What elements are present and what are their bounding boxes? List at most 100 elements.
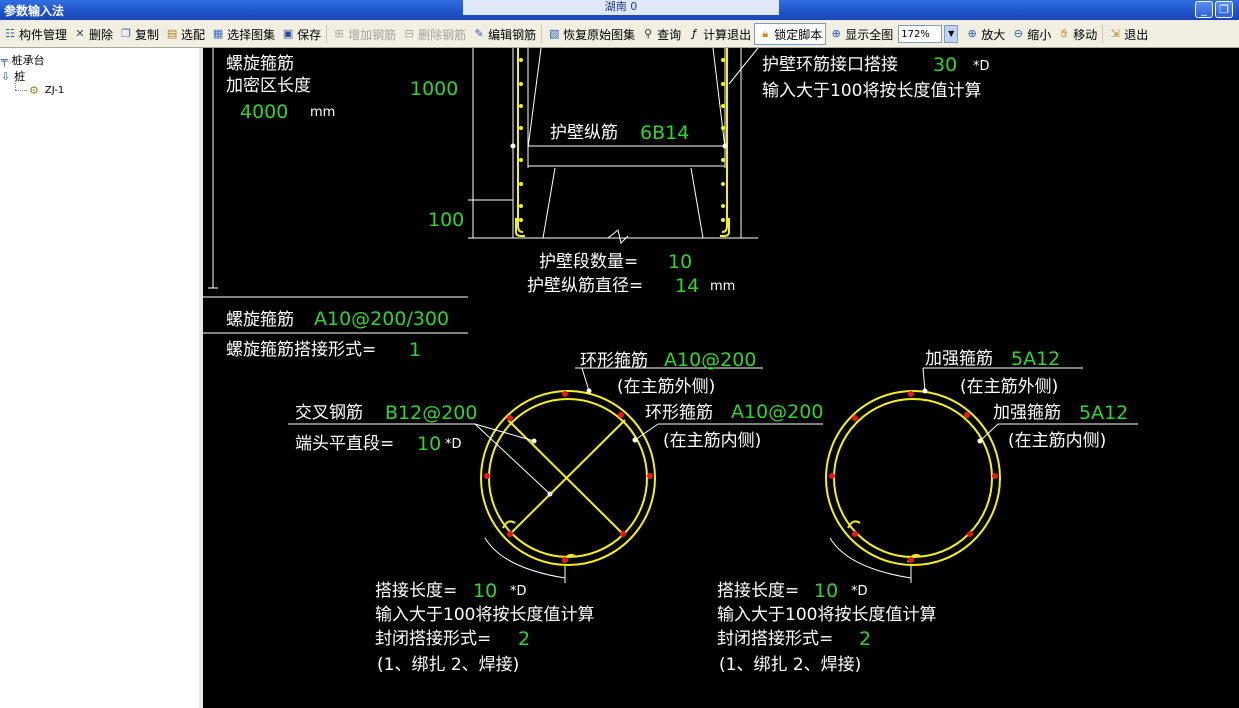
reinforce-label-inner: 加强箍筋	[993, 403, 1061, 423]
ring-stirrup-label: 环形箍筋	[580, 351, 648, 371]
closed-lap-label-left: 封闭搭接形式=	[375, 629, 491, 649]
add-rebar-button[interactable]: ⊞ 增加钢筋	[329, 23, 399, 45]
ring-stirrup-inner-value[interactable]: A10@200	[731, 401, 823, 423]
component-manage-button[interactable]: ☷ 构件管理	[0, 23, 70, 45]
toolbar-separator	[326, 25, 328, 43]
lock-script-button[interactable]: 🔒︎ 锁定脚本	[754, 23, 827, 45]
exit-button[interactable]: ⇲ 退出	[1105, 23, 1151, 45]
restore-icon: ▧	[548, 27, 560, 40]
restore-atlas-button[interactable]: ▧ 恢复原始图集	[544, 23, 638, 45]
delete-rebar-icon: ⊟	[404, 27, 414, 40]
dense-length-value[interactable]: 4000	[240, 101, 288, 123]
toolbar-separator	[1102, 25, 1104, 43]
tree-node-pile-cap[interactable]: ╤ 桩承台	[1, 52, 45, 68]
rebar-drawing: 螺旋箍筋 加密区长度 4000 mm 1000 100 护壁环筋接口搭接 30 …	[203, 48, 1138, 675]
spiral-stirrup-label: 螺旋箍筋	[226, 310, 294, 330]
select-atlas-button[interactable]: ▦ 选择图集	[208, 23, 278, 45]
end-straight-label: 端头平直段=	[295, 434, 394, 454]
save-icon: ▣	[282, 27, 294, 40]
closed-lap-value-left[interactable]: 2	[518, 628, 530, 650]
lap-len-value-left[interactable]: 10	[473, 580, 497, 602]
query-button[interactable]: ⚲ 查询	[638, 23, 684, 45]
wall-taper-left	[527, 48, 542, 149]
lap-len-value-right[interactable]: 10	[814, 580, 838, 602]
window-center-tab: 湖南 0	[463, 0, 779, 15]
leader-line	[581, 367, 590, 392]
toolbar: ☷ 构件管理 ✕ 删除 ❐ 复制 ▤ 选配 ▦ 选择图集 ▣ 保存 ⊞ 增加钢筋 ⊟ 删除钢筋 …	[0, 21, 1239, 48]
end-straight-value[interactable]: 10	[417, 433, 441, 455]
delete-icon: ✕	[75, 27, 85, 40]
times-d: *D	[445, 437, 462, 452]
reinforce-label: 加强箍筋	[925, 349, 993, 369]
lock-icon: 🔒︎	[762, 27, 769, 40]
calc-exit-button[interactable]: ƒ 计算退出	[684, 23, 754, 45]
times-d: *D	[510, 584, 527, 599]
ring-inner-note: (在主筋内侧)	[663, 431, 761, 451]
wall-ring-lap-label: 护壁环筋接口搭接	[762, 55, 898, 75]
wall-long-value[interactable]: 6B14	[640, 122, 689, 144]
restore-button[interactable]: ❐	[1215, 1, 1233, 18]
reinforce-outer-value[interactable]: 5A12	[1011, 348, 1060, 370]
copy-button[interactable]: ❐ 复制	[116, 23, 162, 45]
wall-dia-value[interactable]: 14	[675, 275, 699, 297]
chevron-down-icon[interactable]: ▼	[944, 25, 959, 43]
tree-node-pile[interactable]: ⇩ 桩	[1, 68, 25, 84]
closed-lap-value-right[interactable]: 2	[859, 628, 871, 650]
over100-note: 输入大于100将按长度值计算	[762, 81, 981, 101]
break-mark	[607, 229, 629, 244]
show-all-button[interactable]: ⊕ 显示全图	[826, 23, 896, 45]
lap-len-label-left: 搭接长度=	[375, 581, 457, 601]
title-bar: 参数输入法 湖南 0 _ ❐	[0, 0, 1239, 20]
lap-options-right: (1、绑扎 2、焊接)	[719, 655, 861, 675]
save-button[interactable]: ▣ 保存	[278, 23, 324, 45]
move-icon: ✋︎	[1061, 27, 1068, 40]
zoom-out-icon: ⊖	[1013, 27, 1023, 40]
tree-node-icon: ⇩	[1, 69, 11, 83]
cross-label: 交叉钢筋	[295, 403, 363, 423]
window-title: 参数输入法	[4, 4, 65, 18]
closed-lap-label-right: 封闭搭接形式=	[717, 629, 833, 649]
ring-outer-note: (在主筋外侧)	[617, 377, 715, 397]
copy-icon: ❐	[121, 27, 131, 40]
select-config-button[interactable]: ▤ 选配	[162, 23, 208, 45]
unit-mm: mm	[310, 105, 335, 120]
move-button[interactable]: ✋︎ 移动	[1054, 23, 1100, 45]
tree-node-zj1[interactable]: ⚙ ZJ-1	[29, 84, 64, 97]
leader-dot	[510, 143, 516, 149]
wall-taper-right-lower	[690, 167, 704, 239]
times-d: *D	[851, 584, 868, 599]
spiral-lap-form-value[interactable]: 1	[409, 339, 421, 361]
reinforce-inner-note: (在主筋内侧)	[1008, 431, 1106, 451]
wall-ring-lap-value[interactable]: 30	[933, 54, 957, 76]
pile-section-left	[480, 388, 656, 566]
edit-rebar-button[interactable]: ✎ 编辑钢筋	[469, 23, 539, 45]
drawing-canvas[interactable]: 螺旋箍筋 加密区长度 4000 mm 1000 100 护壁环筋接口搭接 30 …	[203, 48, 1239, 708]
cross-value[interactable]: B12@200	[385, 402, 477, 424]
spiral-stirrup-value[interactable]: A10@200/300	[314, 308, 449, 330]
show-all-icon: ⊕	[831, 27, 841, 40]
unit-mm: mm	[710, 279, 735, 294]
times-d: *D	[973, 59, 990, 74]
edit-rebar-icon: ✎	[474, 27, 484, 40]
delete-rebar-button[interactable]: ⊟ 删除钢筋	[399, 23, 469, 45]
spiral-label-2: 加密区长度	[226, 76, 311, 96]
zoom-select[interactable]: 172%	[898, 25, 943, 43]
delete-button[interactable]: ✕ 删除	[70, 23, 116, 45]
wall-seg-value[interactable]: 10	[668, 251, 692, 273]
spiral-lap-form-label: 螺旋箍筋搭接形式=	[226, 340, 376, 360]
lap-options-left: (1、绑扎 2、焊接)	[377, 655, 519, 675]
ring-stirrup-outer-value[interactable]: A10@200	[664, 349, 756, 371]
add-rebar-icon: ⊞	[334, 27, 344, 40]
wall-seg-label: 护壁段数量=	[539, 252, 638, 272]
dim-100[interactable]: 100	[428, 209, 464, 231]
reinforce-inner-value[interactable]: 5A12	[1079, 402, 1128, 424]
over100-note-left: 输入大于100将按长度值计算	[375, 605, 594, 625]
zoom-in-button[interactable]: ⊕ 放大	[962, 23, 1008, 45]
dim-1000[interactable]: 1000	[410, 78, 458, 100]
zoom-out-button[interactable]: ⊖ 缩小	[1008, 23, 1054, 45]
atlas-icon: ▦	[212, 27, 224, 40]
query-icon: ⚲	[644, 27, 653, 40]
spiral-label-1: 螺旋箍筋	[226, 54, 294, 74]
minimize-button[interactable]: _	[1195, 1, 1213, 18]
wall-dia-label: 护壁纵筋直径=	[527, 276, 643, 296]
